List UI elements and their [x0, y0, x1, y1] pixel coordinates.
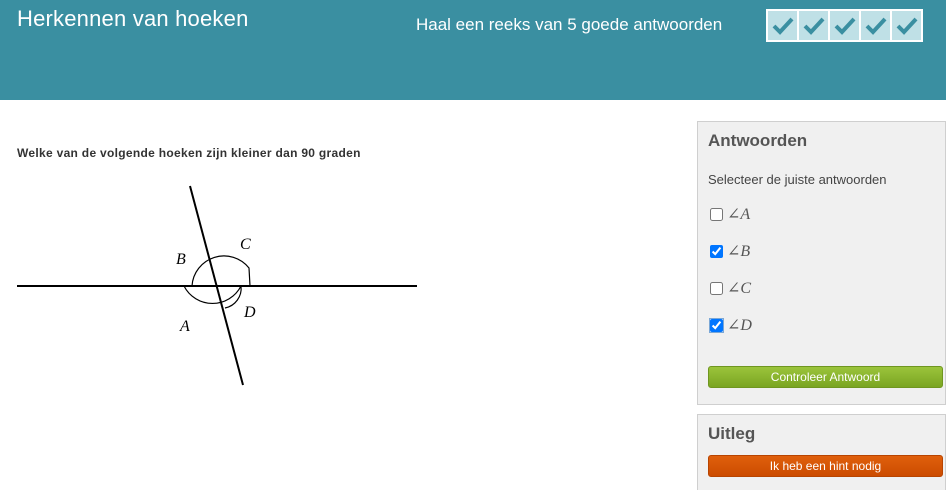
- explanation-panel: Uitleg Ik heb een hint nodig: [697, 414, 946, 490]
- checkbox-angle-a[interactable]: [710, 207, 723, 221]
- angle-arc-bc: [191, 255, 251, 287]
- option-label: ∠B: [727, 243, 751, 260]
- streak-instruction: Haal een reeks van 5 goede antwoorden: [416, 15, 723, 34]
- angle-arc-ad: [183, 285, 242, 304]
- page-title: Herkennen van hoeken: [17, 6, 249, 31]
- streak-box-1: [768, 11, 797, 40]
- streak-box-5: [892, 11, 921, 40]
- option-angle-a[interactable]: ∠A: [710, 204, 750, 224]
- checkbox-angle-c[interactable]: [710, 281, 723, 295]
- check-answer-button[interactable]: Controleer Antwoord: [708, 366, 943, 388]
- streak-box-3: [830, 11, 859, 40]
- streak-box-2: [799, 11, 828, 40]
- checkbox-angle-d[interactable]: [709, 317, 724, 333]
- question-text: Welke van de volgende hoeken zijn kleine…: [17, 146, 361, 160]
- label-b: B: [176, 251, 186, 268]
- label-a: A: [179, 318, 190, 335]
- check-icon: [896, 17, 917, 35]
- checkbox-angle-b[interactable]: [710, 244, 723, 258]
- header-bar: Herkennen van hoeken Haal een reeks van …: [0, 0, 946, 100]
- answers-instruction: Selecteer de juiste antwoorden: [708, 172, 887, 187]
- streak-progress: [766, 9, 923, 42]
- option-angle-d[interactable]: ∠D: [709, 315, 752, 335]
- answers-panel: Antwoorden Selecteer de juiste antwoorde…: [697, 121, 946, 405]
- label-c: C: [240, 236, 251, 253]
- option-label: ∠D: [727, 317, 752, 334]
- check-icon: [803, 17, 824, 35]
- option-label: ∠A: [727, 206, 751, 223]
- option-label: ∠C: [727, 280, 752, 297]
- answers-title: Antwoorden: [708, 131, 808, 150]
- explanation-title: Uitleg: [708, 424, 756, 443]
- check-icon: [772, 17, 793, 35]
- angle-figure: B C A D: [17, 185, 417, 386]
- option-angle-c[interactable]: ∠C: [710, 278, 751, 298]
- option-angle-b[interactable]: ∠B: [710, 241, 750, 261]
- label-d: D: [243, 304, 256, 321]
- check-icon: [865, 17, 886, 35]
- streak-box-4: [861, 11, 890, 40]
- check-icon: [834, 17, 855, 35]
- hint-button[interactable]: Ik heb een hint nodig: [708, 455, 943, 477]
